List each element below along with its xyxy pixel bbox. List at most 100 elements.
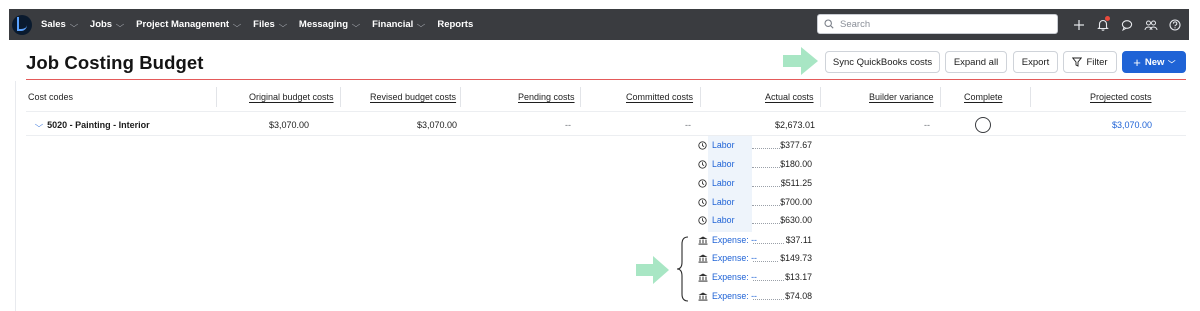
labor-amount: $511.25: [780, 178, 812, 188]
dot-leader: [753, 299, 784, 300]
export-button[interactable]: Export: [1013, 51, 1058, 73]
cost-code-name: 5020 - Painting - Interior: [47, 120, 150, 130]
cell-original-budget: $3,070.00: [269, 120, 310, 130]
breakdown-line-labor: Labor $630.00: [697, 212, 812, 228]
app-logo[interactable]: [12, 14, 32, 35]
cell-committed: --: [685, 120, 691, 130]
chevron-down-icon: ⌵: [278, 19, 288, 29]
labor-link[interactable]: Labor: [712, 178, 735, 188]
column-header-committed[interactable]: Committed costs: [626, 92, 693, 102]
column-header-actual[interactable]: Actual costs: [765, 92, 814, 102]
column-header-revised-budget[interactable]: Revised budget costs: [370, 92, 456, 102]
new-button[interactable]: + New ⌵: [1122, 51, 1186, 73]
dot-leader: [752, 167, 782, 168]
help-icon[interactable]: [1163, 9, 1187, 40]
expense-link[interactable]: Expense: --: [712, 253, 757, 263]
search-input[interactable]: [840, 18, 1040, 30]
callout-arrow-icon: [783, 47, 818, 75]
expense-amount: $37.11: [785, 235, 812, 245]
nav-financial[interactable]: Financial ⌵: [372, 19, 425, 30]
breakdown-line-expense: Expense: -- $74.08: [697, 288, 812, 304]
plus-icon: +: [1133, 54, 1141, 70]
expand-all-button[interactable]: Expand all: [945, 51, 1007, 73]
clock-icon: [697, 140, 708, 150]
clock-icon: [697, 178, 708, 188]
column-divider: [820, 87, 821, 107]
chat-icon[interactable]: [1115, 9, 1139, 40]
column-header-builder-variance[interactable]: Builder variance: [869, 92, 934, 102]
labor-amount: $180.00: [780, 159, 812, 169]
cell-pending: --: [565, 120, 571, 130]
dot-leader: [753, 261, 778, 262]
dot-leader: [753, 280, 784, 281]
column-divider: [340, 87, 341, 107]
column-header-original-budget[interactable]: Original budget costs: [249, 92, 334, 102]
dot-leader: [752, 148, 782, 149]
expense-amount: $13.17: [785, 272, 812, 282]
expense-link[interactable]: Expense: --: [712, 291, 757, 301]
main-nav: Sales ⌵ Jobs ⌵ Project Management ⌵ Files ⌵ …: [41, 19, 486, 30]
cost-code-row-toggle[interactable]: ⌵ 5020 - Painting - Interior: [34, 120, 150, 130]
complete-checkbox[interactable]: [975, 117, 991, 133]
column-header-projected[interactable]: Projected costs: [1090, 92, 1152, 102]
search-box[interactable]: [817, 14, 1058, 34]
plus-icon[interactable]: [1067, 9, 1091, 40]
labor-amount: $377.67: [780, 140, 812, 150]
chevron-down-icon: ⌵: [351, 19, 361, 29]
chevron-down-icon: ⌵: [34, 120, 44, 129]
cell-projected[interactable]: $3,070.00: [1112, 120, 1152, 130]
sync-quickbooks-button[interactable]: Sync QuickBooks costs: [825, 51, 940, 73]
clock-icon: [697, 159, 708, 169]
labor-amount: $700.00: [780, 197, 812, 207]
dot-leader: [752, 205, 782, 206]
nav-messaging[interactable]: Messaging ⌵: [299, 19, 361, 30]
labor-link[interactable]: Labor: [712, 215, 735, 225]
column-divider: [216, 87, 217, 107]
breakdown-line-labor: Labor $700.00: [697, 194, 812, 210]
column-header-pending[interactable]: Pending costs: [518, 92, 575, 102]
chevron-down-icon: ⌵: [232, 19, 242, 29]
notification-dot: [1105, 16, 1110, 21]
bank-icon: [697, 273, 708, 282]
row-divider: [26, 135, 1186, 136]
labor-link[interactable]: Labor: [712, 159, 735, 169]
bank-icon: [697, 236, 708, 245]
callout-arrow-icon: [636, 256, 669, 284]
column-divider: [460, 87, 461, 107]
labor-link[interactable]: Labor: [712, 140, 735, 150]
column-header-complete[interactable]: Complete: [964, 92, 1003, 102]
bank-icon: [697, 254, 708, 263]
dot-leader: [752, 223, 782, 224]
nav-project-management[interactable]: Project Management ⌵: [136, 19, 242, 30]
left-border: [15, 81, 16, 311]
labor-amount: $630.00: [780, 215, 812, 225]
column-header-cost-codes: Cost codes: [28, 92, 74, 102]
breakdown-line-expense: Expense: -- $37.11: [697, 232, 812, 248]
people-icon[interactable]: [1139, 9, 1163, 40]
nav-reports[interactable]: Reports: [437, 19, 473, 30]
filter-button[interactable]: Filter: [1063, 51, 1117, 73]
column-divider: [700, 87, 701, 107]
page-title: Job Costing Budget: [26, 52, 204, 73]
brace-icon: [676, 236, 689, 302]
title-divider: [26, 79, 1186, 80]
breakdown-line-expense: Expense: -- $149.73: [697, 250, 812, 266]
bell-icon[interactable]: [1091, 9, 1115, 40]
labor-link[interactable]: Labor: [712, 197, 735, 207]
expense-amount: $74.08: [785, 291, 812, 301]
expense-link[interactable]: Expense: --: [712, 272, 757, 282]
clock-icon: [697, 215, 708, 225]
expense-link[interactable]: Expense: --: [712, 235, 757, 245]
nav-files[interactable]: Files ⌵: [253, 19, 288, 30]
column-divider: [580, 87, 581, 107]
breakdown-line-expense: Expense: -- $13.17: [697, 269, 812, 285]
nav-sales[interactable]: Sales ⌵: [41, 19, 78, 30]
nav-jobs[interactable]: Jobs ⌵: [90, 19, 124, 30]
new-label: New: [1144, 56, 1165, 68]
filter-icon: [1072, 57, 1083, 67]
expense-amount: $149.73: [780, 253, 812, 263]
bank-icon: [697, 292, 708, 301]
breakdown-line-labor: Labor $180.00: [697, 156, 812, 172]
chevron-down-icon: ⌵: [1168, 58, 1176, 65]
top-icon-group: [1067, 9, 1187, 40]
